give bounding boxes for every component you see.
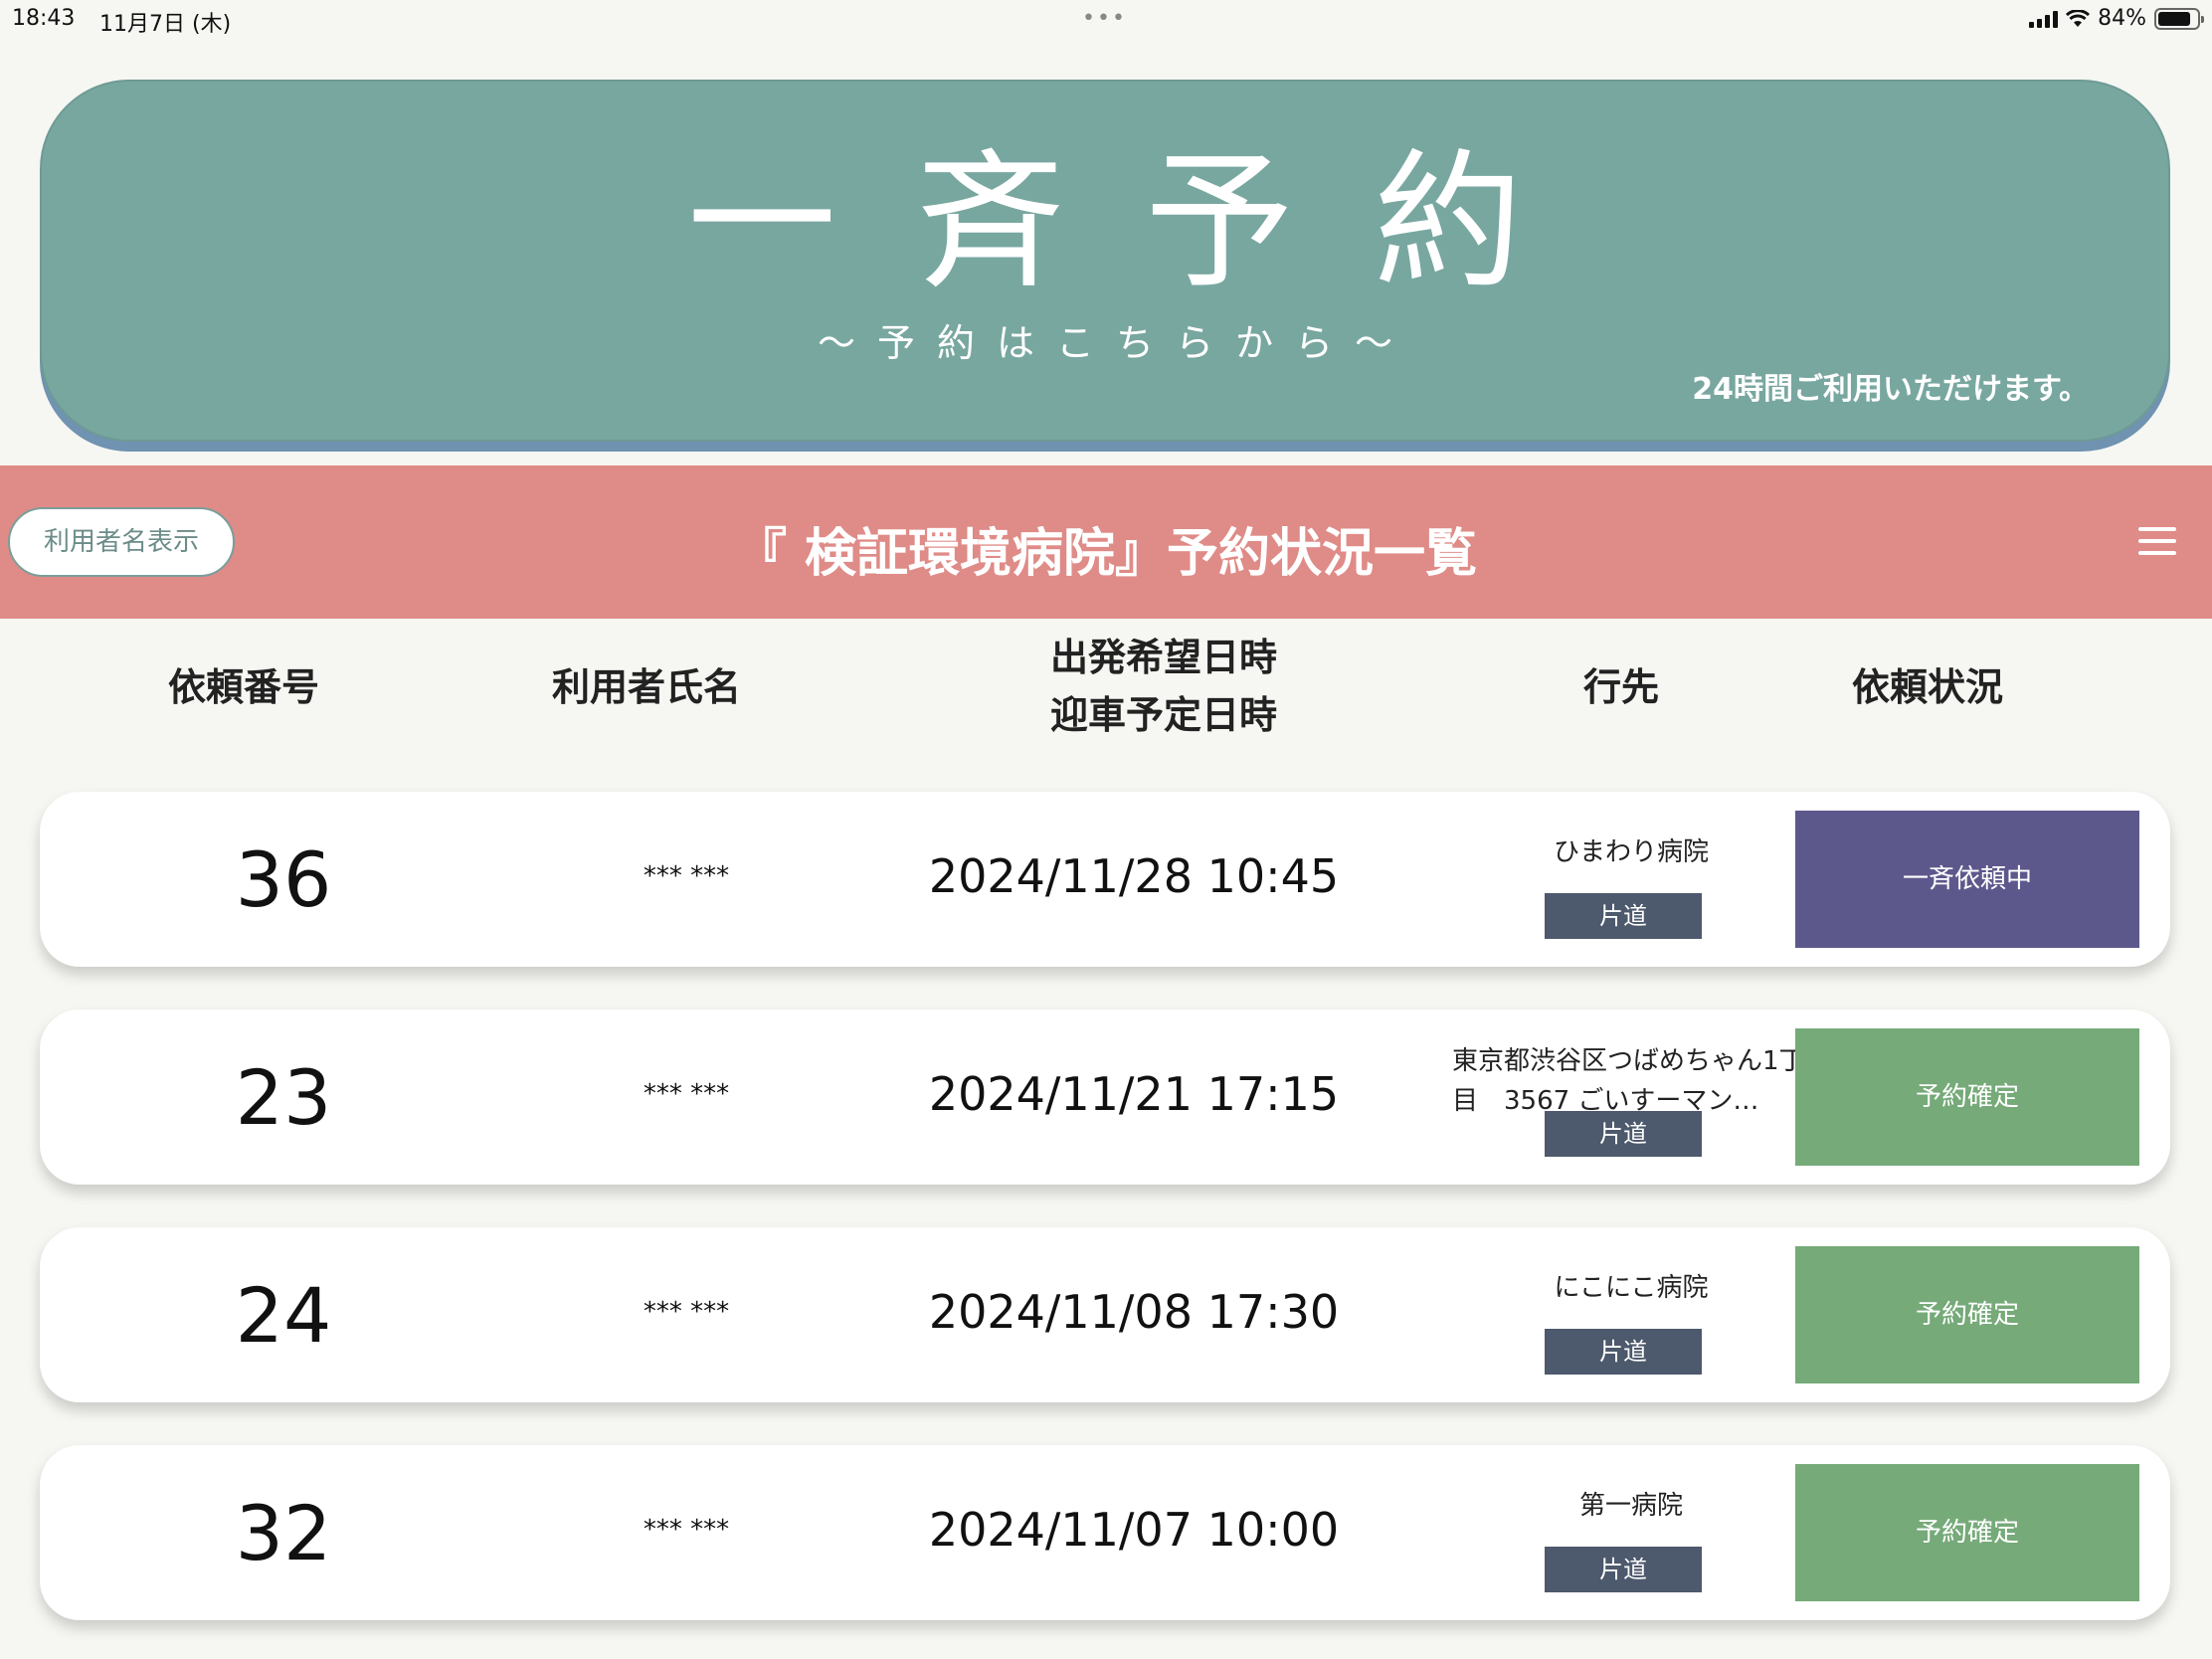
banner-subtitle: ～予約はこちらから～ bbox=[817, 321, 1414, 365]
departure-datetime: 2024/11/08 17:30 bbox=[928, 1285, 1340, 1339]
departure-datetime: 2024/11/21 17:15 bbox=[928, 1067, 1340, 1121]
status-time: 18:43 bbox=[12, 6, 76, 31]
destination: 第一病院 bbox=[1578, 1491, 1683, 1521]
user-name: *** *** bbox=[643, 1079, 730, 1109]
cellular-signal-icon bbox=[2029, 10, 2059, 28]
hamburger-menu-icon[interactable] bbox=[2138, 527, 2176, 555]
trip-type-badge: 片道 bbox=[1545, 1547, 1702, 1592]
status-date: 11月7日 (木) bbox=[99, 12, 232, 37]
user-name: *** *** bbox=[643, 1515, 730, 1545]
user-name: *** *** bbox=[643, 1297, 730, 1327]
status-indicators: 84% bbox=[2029, 6, 2204, 31]
departure-datetime: 2024/11/28 10:45 bbox=[928, 849, 1340, 903]
column-departure-line1: 出発希望日時 bbox=[1049, 636, 1277, 679]
column-destination: 行先 bbox=[1582, 665, 1659, 709]
banner-title: 一斉予約 bbox=[686, 136, 1602, 309]
battery-percent: 84% bbox=[2098, 6, 2146, 31]
page-title: 『 検証環境病院』予約状況一覧 bbox=[734, 524, 1478, 584]
trip-type-badge: 片道 bbox=[1545, 1111, 1702, 1157]
trip-type-badge: 片道 bbox=[1545, 893, 1702, 939]
column-status: 依頼状況 bbox=[1851, 665, 2003, 709]
status-button[interactable]: 予約確定 bbox=[1795, 1246, 2139, 1383]
status-button[interactable]: 一斉依頼中 bbox=[1795, 811, 2139, 948]
table-row[interactable]: 24 *** *** 2024/11/08 17:30 にこにこ病院 片道 予約… bbox=[40, 1227, 2170, 1402]
request-number: 23 bbox=[235, 1053, 332, 1142]
user-name: *** *** bbox=[643, 861, 730, 891]
multitasking-dots-icon[interactable]: ••• bbox=[1082, 6, 1127, 31]
wifi-icon bbox=[2066, 9, 2091, 27]
table-row[interactable]: 32 *** *** 2024/11/07 10:00 第一病院 片道 予約確定 bbox=[40, 1445, 2170, 1620]
departure-datetime: 2024/11/07 10:00 bbox=[928, 1503, 1340, 1557]
request-number: 36 bbox=[235, 835, 332, 924]
banner-note: 24時間ご利用いただけます。 bbox=[1692, 372, 2089, 407]
destination: 東京都渋谷区つばめちゃん1丁目 3567 ごいすーマン… bbox=[1452, 1046, 1805, 1116]
request-number: 24 bbox=[235, 1271, 332, 1360]
column-request-no: 依頼番号 bbox=[167, 665, 319, 709]
list-header-bar: 利用者名表示 『 検証環境病院』予約状況一覧 bbox=[0, 465, 2212, 619]
request-number: 32 bbox=[235, 1489, 332, 1577]
column-departure: 出発希望日時 迎車予定日時 bbox=[955, 629, 1373, 744]
booking-banner[interactable]: 一斉予約 ～予約はこちらから～ 24時間ご利用いただけます。 bbox=[40, 80, 2170, 442]
status-button[interactable]: 予約確定 bbox=[1795, 1028, 2139, 1166]
trip-type-badge: 片道 bbox=[1545, 1329, 1702, 1375]
table-header: 依頼番号 利用者氏名 出発希望日時 迎車予定日時 行先 依頼状況 bbox=[0, 627, 2212, 756]
destination: にこにこ病院 bbox=[1554, 1273, 1709, 1303]
column-departure-line2: 迎車予定日時 bbox=[1049, 693, 1277, 737]
status-bar: 18:43 11月7日 (木) ••• 84% bbox=[0, 0, 2212, 40]
column-user-name: 利用者氏名 bbox=[551, 665, 741, 709]
table-row[interactable]: 23 *** *** 2024/11/21 17:15 東京都渋谷区つばめちゃん… bbox=[40, 1010, 2170, 1185]
destination: ひまわり病院 bbox=[1553, 837, 1709, 867]
battery-icon bbox=[2154, 7, 2204, 30]
table-row[interactable]: 36 *** *** 2024/11/28 10:45 ひまわり病院 片道 一斉… bbox=[40, 792, 2170, 967]
status-button[interactable]: 予約確定 bbox=[1795, 1464, 2139, 1601]
